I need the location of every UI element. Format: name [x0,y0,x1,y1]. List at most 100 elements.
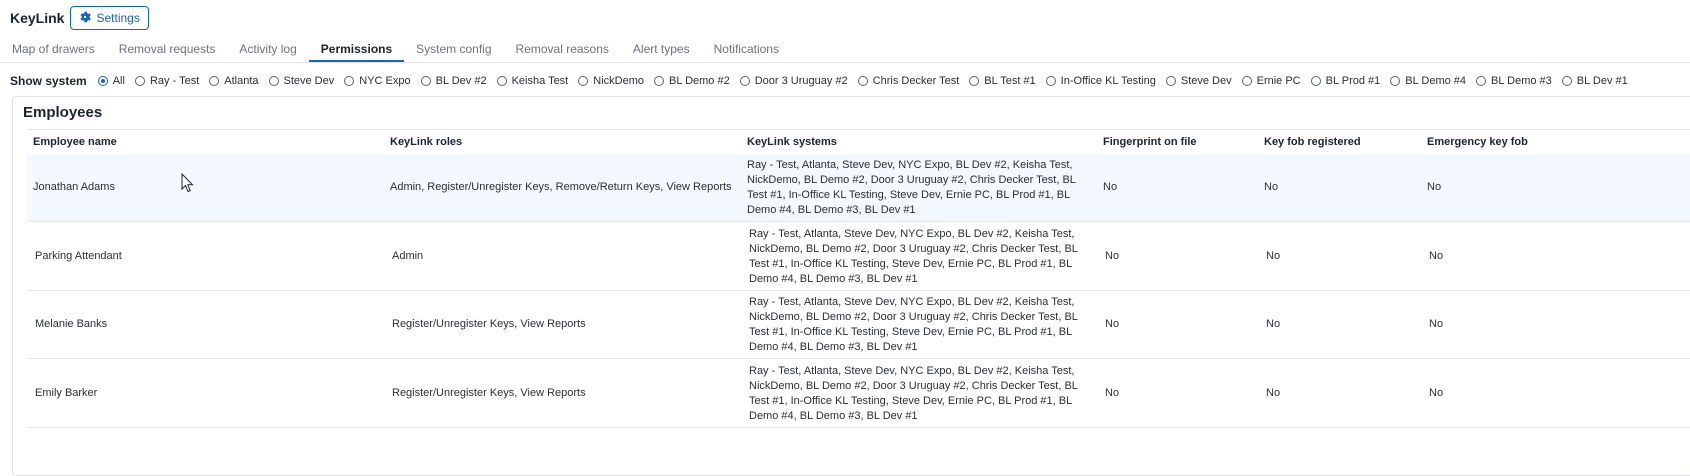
table-row[interactable]: Jonathan Adams Admin, Register/Unregister… [27,154,1690,222]
table-row[interactable]: Emily Barker Register/Unregister Keys, Vi… [27,360,1690,428]
system-option-label: Atlanta [224,75,259,87]
radio-button[interactable] [969,76,980,86]
roles-cell: Register/Unregister Keys, View Reports [392,387,586,399]
systems-cell: Ray - Test, Atlanta, Steve Dev, NYC Expo… [749,365,1078,422]
system-option-label: NYC Expo [359,75,411,87]
column-key-fob[interactable]: Key fob registered [1264,136,1361,148]
system-option-label: Ernie PC [1256,75,1301,87]
tab-removal-requests[interactable]: Removal requests [107,38,228,62]
roles-cell: Admin, Register/Unregister Keys, Remove/… [390,181,732,193]
fingerprint-cell: No [1105,387,1120,399]
system-option[interactable]: Ray - Test [134,75,200,87]
system-option[interactable]: Steve Dev [268,75,335,87]
mouse-cursor-icon [181,173,194,193]
tab-system-config[interactable]: System config [404,38,503,62]
employees-panel: Employees Employee name KeyLink roles Ke… [12,96,1690,476]
emergency-fob-cell: No [1429,387,1444,399]
radio-button[interactable] [1476,76,1487,86]
system-option[interactable]: Atlanta [209,75,259,87]
radio-button[interactable] [420,76,431,86]
key-fob-cell: No [1266,318,1281,330]
system-option-label: All [112,75,125,87]
table-row[interactable]: Parking Attendant Admin Ray - Test, Atlant… [27,223,1690,291]
system-option[interactable]: BL Dev #1 [1561,75,1628,87]
system-option-label: Ray - Test [149,75,200,87]
radio-button[interactable] [739,76,750,86]
system-option[interactable]: NickDemo [578,75,644,87]
system-option-label: Keisha Test [511,75,569,87]
column-emergency-key-fob[interactable]: Emergency key fob [1427,136,1528,148]
tab-notifications[interactable]: Notifications [702,38,791,62]
table-header: Employee name KeyLink roles KeyLink syst… [27,129,1690,155]
emergency-fob-cell: No [1429,318,1444,330]
system-option[interactable]: Keisha Test [496,75,569,87]
radio-button[interactable] [1165,76,1176,86]
system-option-label: BL Demo #4 [1405,75,1467,87]
panel-title: Employees [23,104,103,121]
tab-permissions[interactable]: Permissions [308,38,405,62]
system-option-label: BL Dev #2 [435,75,487,87]
emergency-fob-cell: No [1429,250,1444,262]
radio-button[interactable] [1390,76,1401,86]
system-option-label: BL Demo #3 [1491,75,1552,87]
system-option-label: Steve Dev [283,75,335,87]
radio-button[interactable] [1310,76,1321,86]
roles-cell: Admin [392,250,424,262]
radio-button[interactable] [857,76,868,86]
radio-button[interactable] [653,76,664,86]
radio-button[interactable] [1045,76,1056,86]
system-option[interactable]: Door 3 Uruguay #2 [739,75,848,87]
system-option[interactable]: All [97,75,125,87]
system-option[interactable]: Ernie PC [1241,75,1301,87]
gear-icon [79,11,92,26]
radio-button[interactable] [1561,76,1572,86]
column-employee-name[interactable]: Employee name [33,136,117,148]
settings-button[interactable]: Settings [70,6,149,30]
system-option[interactable]: BL Demo #4 [1390,75,1466,87]
radio-button[interactable] [97,76,108,86]
system-option[interactable]: In-Office KL Testing [1045,75,1156,87]
system-option-label: Steve Dev [1180,75,1232,87]
system-filter: Show system All Ray - Test Atlanta Steve De… [10,71,1638,91]
key-fob-cell: No [1266,250,1281,262]
system-option-label: BL Dev #1 [1576,75,1628,87]
radio-button[interactable] [268,76,279,86]
system-option-label: In-Office KL Testing [1060,75,1156,87]
column-keylink-systems[interactable]: KeyLink systems [747,136,837,148]
systems-cell: Ray - Test, Atlanta, Steve Dev, NYC Expo… [749,296,1078,353]
tab-removal-reasons[interactable]: Removal reasons [504,38,621,62]
radio-button[interactable] [134,76,145,86]
system-option-label: BL Prod #1 [1325,75,1381,87]
key-fob-cell: No [1266,387,1281,399]
settings-label: Settings [96,11,140,25]
fingerprint-cell: No [1105,250,1120,262]
tab-map-of-drawers[interactable]: Map of drawers [0,38,107,62]
system-option[interactable]: Steve Dev [1165,75,1232,87]
system-option[interactable]: Chris Decker Test [857,75,960,87]
system-option[interactable]: BL Demo #2 [653,75,730,87]
radio-button[interactable] [1241,76,1252,86]
system-option-label: NickDemo [593,75,644,87]
system-option[interactable]: BL Test #1 [969,75,1036,87]
radio-button[interactable] [496,76,507,86]
column-fingerprint[interactable]: Fingerprint on file [1103,136,1197,148]
emergency-fob-cell: No [1427,181,1442,193]
system-option[interactable]: BL Prod #1 [1310,75,1381,87]
tab-alert-types[interactable]: Alert types [621,38,702,62]
top-bar: KeyLink Settings [10,6,149,30]
radio-button[interactable] [344,76,355,86]
roles-cell: Register/Unregister Keys, View Reports [392,318,586,330]
key-fob-cell: No [1264,181,1279,193]
employee-name-cell: Melanie Banks [35,318,108,330]
system-option-label: Chris Decker Test [872,75,960,87]
main-tabs: Map of drawers Removal requests Activity l… [0,38,791,62]
tab-activity-log[interactable]: Activity log [227,38,308,62]
radio-button[interactable] [578,76,589,86]
radio-button[interactable] [209,76,220,86]
column-keylink-roles[interactable]: KeyLink roles [390,136,462,148]
employee-name-cell: Jonathan Adams [33,181,115,193]
system-option[interactable]: NYC Expo [344,75,411,87]
table-row[interactable]: Melanie Banks Register/Unregister Keys, V… [27,291,1690,359]
system-option[interactable]: BL Dev #2 [420,75,487,87]
system-option[interactable]: BL Demo #3 [1476,75,1552,87]
